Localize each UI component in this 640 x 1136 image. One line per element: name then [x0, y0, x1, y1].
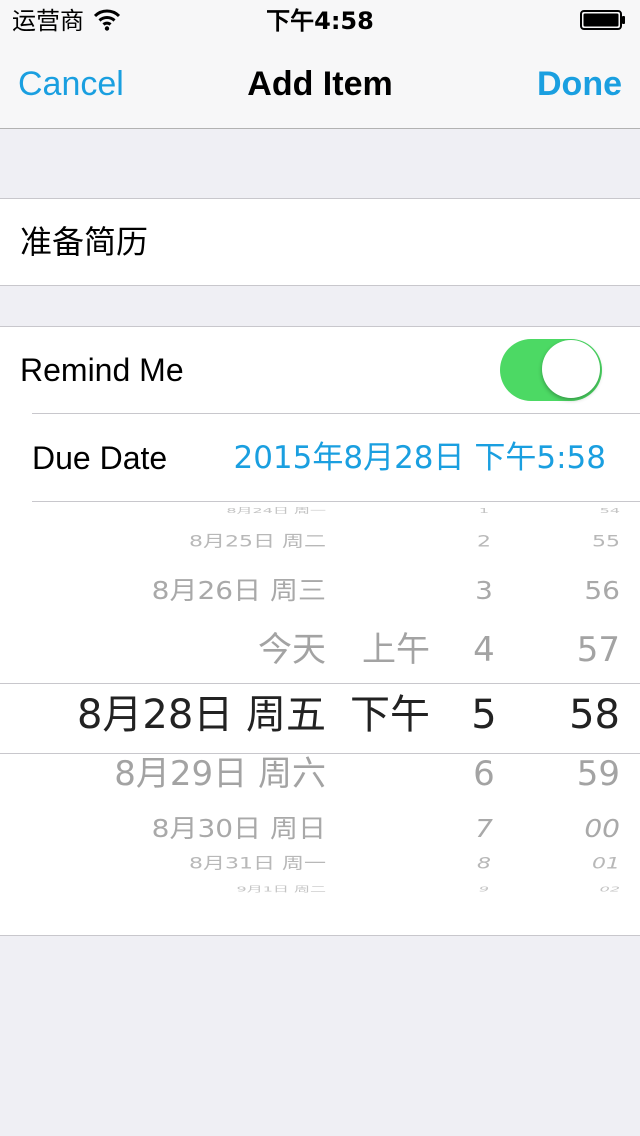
cancel-button[interactable]: Cancel: [18, 40, 124, 128]
due-date-value[interactable]: 2015年8月28日 下午5:58: [233, 415, 606, 501]
picker-minute-option: 58: [569, 692, 620, 738]
item-name-section: 准备简历: [0, 198, 640, 286]
divider: [32, 501, 640, 502]
picker-ampm-option: 上午: [362, 630, 430, 670]
picker-hour-option: 3: [475, 575, 493, 606]
picker-date-option: 8月29日 周六: [114, 754, 326, 794]
toggle-knob: [542, 340, 600, 398]
remind-section: Remind Me Due Date 2015年8月28日 下午5:58 8月2…: [0, 326, 640, 936]
navigation-bar: Add Item Cancel Done: [0, 40, 640, 129]
status-bar: 运营商 下午4:58: [0, 0, 640, 40]
due-date-label: Due Date: [32, 440, 168, 476]
picker-minute-option: 55: [592, 532, 620, 551]
picker-date-option: 8月28日 周五: [76, 692, 326, 738]
picker-hour-option: 7: [475, 813, 493, 844]
divider: [32, 413, 640, 414]
picker-date-option: 8月25日 周二: [189, 532, 326, 551]
picker-hour-option: 9: [478, 884, 490, 894]
picker-selection-top-line: [0, 683, 640, 684]
picker-date-option: 8月24日 周一: [226, 506, 326, 516]
picker-hour-option: 6: [473, 754, 495, 794]
picker-hour-option: 5: [471, 692, 497, 738]
picker-date-option: 8月26日 周三: [151, 575, 326, 606]
picker-date-option: 8月30日 周日: [151, 813, 326, 844]
done-button[interactable]: Done: [537, 40, 622, 128]
picker-minute-option: 56: [584, 575, 620, 606]
picker-ampm-option: 下午: [350, 692, 430, 738]
date-picker[interactable]: 8月24日 周一 1 54 8月25日 周二 2 55 8月26日 周三 3 56 今天 上午 4 57…: [0, 503, 640, 897]
picker-minute-option: 01: [592, 854, 620, 873]
picker-hour-option: 4: [473, 630, 495, 670]
remind-me-label: Remind Me: [20, 352, 184, 388]
picker-minute-option: 54: [599, 506, 620, 516]
picker-date-option: 9月1日 周二: [236, 884, 326, 894]
picker-date-option: 8月31日 周一: [189, 854, 326, 873]
item-name-field[interactable]: 准备简历: [20, 199, 620, 285]
picker-date-option: 今天: [258, 630, 326, 670]
picker-minute-option: 02: [599, 884, 620, 894]
battery-icon: [580, 10, 625, 30]
picker-minute-option: 57: [576, 630, 620, 670]
picker-hour-option: 2: [477, 532, 491, 551]
picker-minute-option: 59: [576, 754, 620, 794]
status-time: 下午4:58: [266, 7, 374, 35]
picker-hour-option: 1: [478, 506, 490, 516]
picker-minute-option: 00: [584, 813, 620, 844]
picker-hour-option: 8: [477, 854, 491, 873]
